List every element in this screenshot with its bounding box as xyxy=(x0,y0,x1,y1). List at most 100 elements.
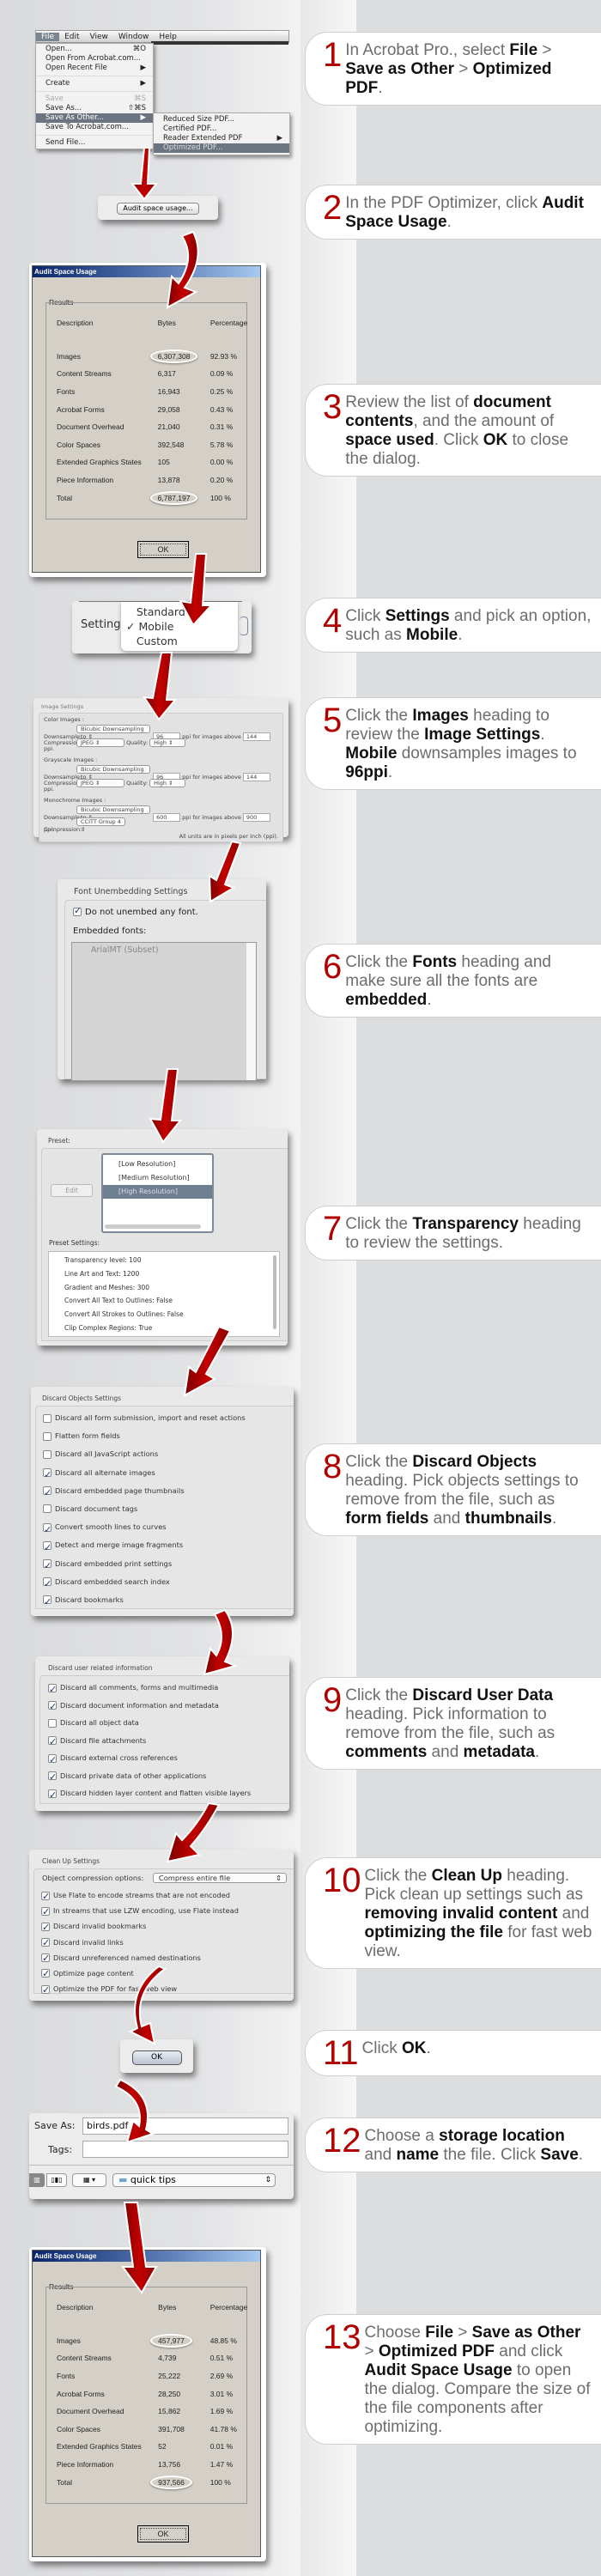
checked-checkbox-icon[interactable] xyxy=(41,1889,50,1905)
coverflow-view-button[interactable]: ▯▮▯ xyxy=(46,2173,67,2187)
checked-checkbox-icon[interactable] xyxy=(41,1983,50,1998)
menu-item[interactable]: Optimized PDF... xyxy=(154,143,289,153)
checkbox-row[interactable]: Discard document tags xyxy=(43,1500,246,1518)
unchecked-checkbox-icon[interactable] xyxy=(43,1504,52,1514)
checkbox-row[interactable]: Discard invalid links xyxy=(41,1935,239,1951)
menu-item[interactable]: Send File... xyxy=(36,138,153,148)
checked-checkbox-icon[interactable] xyxy=(48,1698,57,1716)
ppi-above-input[interactable]: 900 xyxy=(242,813,270,822)
edit-button[interactable]: Edit xyxy=(51,1184,93,1197)
vertical-scrollbar[interactable] xyxy=(273,1255,276,1329)
audit-space-usage-button[interactable]: Audit space usage... xyxy=(117,203,199,215)
unchecked-checkbox-icon[interactable] xyxy=(43,1431,52,1441)
menu-item[interactable]: Save As Other... ▶ xyxy=(36,113,153,123)
checkbox-row[interactable]: Discard all form submission, import and … xyxy=(43,1409,246,1427)
checked-checkbox-icon[interactable] xyxy=(43,1557,52,1575)
menu-item[interactable]: Open... ⌘O xyxy=(36,45,153,54)
unchecked-checkbox-icon[interactable] xyxy=(48,1718,57,1728)
checked-checkbox-icon[interactable] xyxy=(48,1681,57,1698)
arrange-button[interactable]: ▦ ▾ xyxy=(72,2173,106,2187)
menu-edit[interactable]: Edit xyxy=(59,33,84,41)
ppi-input[interactable]: 600 xyxy=(153,813,180,822)
checkbox-row[interactable]: Discard hidden layer content and flatten… xyxy=(48,1784,251,1804)
compression-select[interactable]: JPEG ⇕ xyxy=(76,779,124,787)
checkbox-row[interactable]: Discard all comments, forms and multimed… xyxy=(48,1679,251,1698)
checked-checkbox-icon[interactable] xyxy=(48,1787,57,1804)
preset-item[interactable]: [Low Resolution] xyxy=(103,1157,212,1171)
checkbox-row[interactable]: Optimize page content xyxy=(41,1965,239,1983)
preset-item[interactable]: [Medium Resolution] xyxy=(103,1171,212,1185)
font-list-item[interactable]: ArialMT (Subset) xyxy=(72,943,256,957)
preset-item[interactable]: [High Resolution] xyxy=(103,1185,212,1199)
checkbox-row[interactable]: Discard all JavaScript actions xyxy=(43,1445,246,1463)
downsample-select[interactable]: Bicubic Downsampling to ⇕ xyxy=(76,725,150,740)
compression-select[interactable]: Compress entire file ⇕ xyxy=(152,1873,287,1883)
checkbox-row[interactable]: In streams that use LZW encoding, use Fl… xyxy=(41,1903,239,1920)
checked-checkbox-icon[interactable] xyxy=(48,1752,57,1769)
checked-checkbox-icon[interactable] xyxy=(41,1935,50,1951)
checkbox-row[interactable]: Discard file attachments xyxy=(48,1732,251,1752)
compression-select[interactable]: CCITT Group 4 ⇕ xyxy=(76,817,125,833)
checked-checkbox-icon[interactable] xyxy=(43,1484,52,1502)
checkbox-row[interactable]: Discard document information and metadat… xyxy=(48,1697,251,1716)
menu-item[interactable]: Certified PDF... xyxy=(154,125,289,134)
checkbox-row[interactable]: Discard embedded page thumbnails xyxy=(43,1482,246,1502)
menu-item[interactable]: Save As... ⇧⌘S xyxy=(36,104,153,113)
location-select[interactable]: ▬ quick tips ⇕ xyxy=(112,2173,276,2187)
checkbox-row[interactable]: Discard all object data xyxy=(48,1714,251,1732)
tags-input[interactable] xyxy=(82,2141,288,2158)
quality-select[interactable]: High ⇕ xyxy=(149,738,186,747)
menu-item[interactable]: Reader Extended PDF ▶ xyxy=(154,134,289,143)
ok-button[interactable]: OK xyxy=(137,541,189,558)
checked-checkbox-icon[interactable] xyxy=(41,1951,50,1966)
downsample-select[interactable]: Bicubic Downsampling to ⇕ xyxy=(76,805,150,821)
checked-checkbox-icon[interactable] xyxy=(43,1539,52,1557)
unchecked-checkbox-icon[interactable] xyxy=(43,1413,52,1423)
downsample-select[interactable]: Bicubic Downsampling to ⇕ xyxy=(76,765,150,781)
embedded-fonts-list[interactable]: ArialMT (Subset) xyxy=(71,942,257,1081)
menu-file[interactable]: File xyxy=(36,32,60,41)
horizontal-scrollbar[interactable] xyxy=(105,1224,201,1229)
menu-view[interactable]: View xyxy=(85,33,113,41)
checked-checkbox-icon[interactable] xyxy=(43,1466,52,1484)
checked-checkbox-icon[interactable] xyxy=(43,1521,52,1539)
checked-checkbox-icon[interactable] xyxy=(48,1734,57,1752)
checkbox-row[interactable]: Discard unreferenced named destinations xyxy=(41,1950,239,1966)
checked-checkbox-icon[interactable] xyxy=(41,1966,50,1983)
checked-checkbox-icon[interactable] xyxy=(43,1575,52,1593)
checkbox-row[interactable]: Convert smooth lines to curves xyxy=(43,1518,246,1539)
settings-option[interactable]: Standard xyxy=(121,605,238,619)
ok-button[interactable]: OK xyxy=(131,2050,182,2065)
checked-checkbox-icon[interactable] xyxy=(48,1769,57,1787)
menu-item[interactable]: Save To Acrobat.com... xyxy=(36,123,153,132)
checked-checkbox-icon[interactable] xyxy=(41,1920,50,1935)
ppi-above-input[interactable]: 144 xyxy=(242,732,270,741)
unchecked-checkbox-icon[interactable] xyxy=(43,1449,52,1459)
ok-button[interactable]: OK xyxy=(137,2525,189,2543)
preset-list[interactable]: [Low Resolution] [Medium Resolution] [High… xyxy=(101,1153,214,1233)
checkbox-row[interactable]: Discard embedded print settings xyxy=(43,1555,246,1575)
checkbox-row[interactable]: Discard all alternate images xyxy=(43,1464,246,1484)
menu-item[interactable]: Open From Acrobat.com... xyxy=(36,54,153,64)
checkbox-row[interactable]: Flatten form fields xyxy=(43,1427,246,1445)
filename-input[interactable]: birds.pdf xyxy=(82,2117,288,2135)
preset-settings-list[interactable]: Transparency level: 100 Line Art and Text… xyxy=(48,1251,280,1337)
checkbox-row[interactable]: Discard bookmarks xyxy=(43,1591,246,1612)
checkbox-row[interactable]: Discard invalid bookmarks xyxy=(41,1918,239,1935)
checkbox-row[interactable]: Discard private data of other applicatio… xyxy=(48,1767,251,1787)
checkbox-row[interactable]: Discard external cross references xyxy=(48,1749,251,1769)
menu-item[interactable]: Open Recent File ▶ xyxy=(36,64,153,73)
settings-option[interactable]: Custom xyxy=(121,634,238,648)
menu-item[interactable]: Save ⌘S xyxy=(36,94,153,104)
ppi-above-input[interactable]: 144 xyxy=(242,773,270,781)
quality-select[interactable]: High ⇕ xyxy=(149,779,186,787)
checked-checkbox-icon[interactable] xyxy=(41,1905,50,1920)
checkbox-row[interactable]: Optimize the PDF for fast web view xyxy=(41,1981,239,1998)
checkbox-row[interactable]: Use Flate to encode streams that are not… xyxy=(41,1887,239,1905)
settings-option[interactable]: ✓ Mobile xyxy=(121,619,238,634)
menu-item[interactable]: Reduced Size PDF... xyxy=(154,115,289,125)
menu-item[interactable]: Create ▶ xyxy=(36,79,153,88)
compression-select[interactable]: JPEG ⇕ xyxy=(76,738,124,747)
checked-checkbox-icon[interactable] xyxy=(43,1593,52,1612)
column-view-button[interactable]: ▥ xyxy=(29,2173,45,2187)
